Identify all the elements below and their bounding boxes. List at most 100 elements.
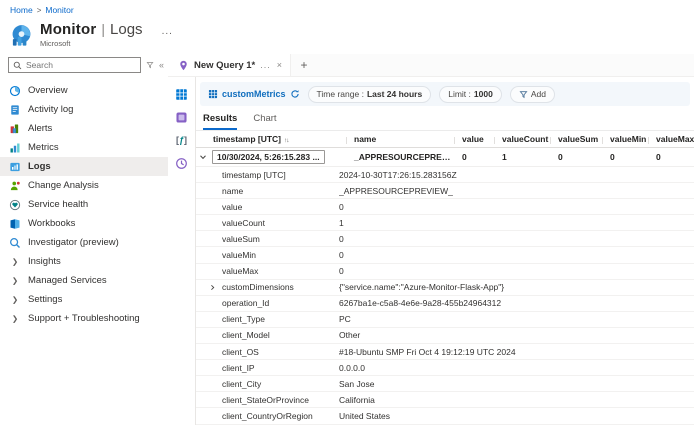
breadcrumb-monitor-link[interactable]: Monitor (45, 5, 73, 15)
detail-label: timestamp [UTC] (222, 170, 339, 180)
row-details: timestamp [UTC]2024-10-30T17:26:15.28315… (196, 167, 694, 425)
detail-value: {"service.name":"Azure-Monitor-Flask-App… (339, 282, 694, 292)
sidebar-item-insights[interactable]: ❯Insights (0, 252, 168, 271)
sidebar-item-label: Service health (28, 199, 88, 210)
alerts-icon (9, 123, 21, 135)
workspace: New Query 1* ... × + [ƒ] customMetrics (168, 54, 694, 425)
detail-label: client_City (222, 379, 339, 389)
detail-value: San Jose (339, 379, 694, 389)
query-toolbar: customMetrics Time range : Last 24 hours… (200, 82, 690, 106)
tab-close-icon[interactable]: × (276, 60, 283, 70)
column-header-valuesum[interactable]: valueSum (550, 134, 602, 144)
sidebar-item-metrics[interactable]: Metrics (0, 138, 168, 157)
collapse-menu-icon[interactable]: « (159, 61, 164, 70)
tab-more-button[interactable]: ... (260, 60, 271, 70)
sidebar-item-service-health[interactable]: Service health (0, 195, 168, 214)
sidebar-item-workbooks[interactable]: Workbooks (0, 214, 168, 233)
add-filter-label: Add (531, 89, 546, 99)
detail-row-client-os: client_OS#18-Ubuntu SMP Fri Oct 4 19:12:… (196, 344, 694, 360)
column-header-name[interactable]: name (346, 134, 454, 144)
detail-label: client_CountryOrRegion (222, 411, 339, 421)
column-header-valuecount[interactable]: valueCount (494, 134, 550, 144)
refresh-icon[interactable] (290, 89, 300, 99)
detail-value: #18-Ubuntu SMP Fri Oct 4 19:12:19 UTC 20… (339, 347, 694, 357)
query-results-panel: customMetrics Time range : Last 24 hours… (196, 77, 694, 425)
functions-icon[interactable]: [ƒ] (175, 133, 189, 147)
limit-pill[interactable]: Limit : 1000 (439, 86, 502, 103)
timestamp-cell[interactable]: 10/30/2024, 5:26:15.283 ... (212, 150, 325, 164)
page-subtitle: Microsoft (40, 39, 173, 48)
detail-label: client_Model (222, 330, 339, 340)
sidebar-item-support-troubleshooting[interactable]: ❯Support + Troubleshooting (0, 309, 168, 328)
detail-label: customDimensions (222, 282, 339, 292)
page-header: Monitor | Logs ... Microsoft (0, 17, 694, 54)
query-source[interactable]: customMetrics (208, 89, 300, 99)
sidebar-item-overview[interactable]: Overview (0, 81, 168, 100)
queries-icon[interactable] (175, 110, 189, 124)
new-tab-button[interactable]: + (291, 54, 317, 76)
chevron-down-icon[interactable] (199, 152, 209, 162)
sidebar-search-box[interactable] (8, 57, 141, 73)
detail-value: 0 (339, 266, 694, 276)
detail-row-valuemin: valueMin0 (196, 247, 694, 263)
detail-row-valuecount: valueCount1 (196, 215, 694, 231)
breadcrumb-home-link[interactable]: Home (10, 5, 33, 15)
cell-value: 0 (454, 152, 494, 162)
sidebar-item-label: Activity log (28, 104, 73, 115)
column-header-valuemax[interactable]: valueMax (648, 134, 694, 144)
cell-valuemin: 0 (602, 152, 648, 162)
detail-label: name (222, 186, 339, 196)
detail-label: client_IP (222, 363, 339, 373)
sidebar-item-label: Alerts (28, 123, 52, 134)
tab-chart[interactable]: Chart (253, 113, 276, 130)
detail-row-client-countryorregion: client_CountryOrRegionUnited States (196, 408, 694, 424)
search-icon (13, 61, 22, 70)
add-filter-pill[interactable]: Add (510, 86, 555, 103)
detail-row-client-type: client_TypePC (196, 312, 694, 328)
sidebar-item-settings[interactable]: ❯Settings (0, 290, 168, 309)
header-more-button[interactable]: ... (162, 26, 173, 37)
sort-icon[interactable]: ↑↓ (284, 137, 289, 144)
sidebar-search-input[interactable] (26, 60, 136, 70)
sidebar-item-alerts[interactable]: Alerts (0, 119, 168, 138)
column-header-value[interactable]: value (454, 134, 494, 144)
page-title-section: Logs (110, 21, 143, 38)
sidebar-item-logs[interactable]: Logs (0, 157, 168, 176)
time-range-pill[interactable]: Time range : Last 24 hours (308, 86, 432, 103)
detail-row-valuemax: valueMax0 (196, 264, 694, 280)
results-table-row[interactable]: 10/30/2024, 5:26:15.283 ..._APPRESOURCEP… (196, 148, 694, 167)
title-divider: | (101, 21, 105, 37)
detail-value: _APPRESOURCEPREVIEW_ (339, 186, 694, 196)
tab-results[interactable]: Results (203, 113, 237, 130)
metrics-icon (9, 142, 21, 154)
chevron-right-icon[interactable] (196, 284, 222, 291)
tables-icon[interactable] (175, 87, 189, 101)
chevron-right-icon: ❯ (9, 295, 21, 304)
sidebar-item-label: Support + Troubleshooting (28, 313, 140, 324)
monitor-app-icon (10, 24, 33, 47)
column-header-timestamp-utc[interactable]: timestamp [UTC]↑↓ (196, 134, 346, 144)
detail-value: 6267ba1e-c5a8-4e6e-9a28-455b24964312 (339, 298, 694, 308)
investigator-icon (9, 237, 21, 249)
detail-row-client-ip: client_IP0.0.0.0 (196, 360, 694, 376)
detail-value: 0 (339, 250, 694, 260)
column-header-valuemin[interactable]: valueMin (602, 134, 648, 144)
detail-label: valueCount (222, 218, 339, 228)
cell-valuesum: 0 (550, 152, 602, 162)
table-icon (208, 89, 218, 99)
sidebar-item-investigator-preview[interactable]: Investigator (preview) (0, 233, 168, 252)
sidebar-item-managed-services[interactable]: ❯Managed Services (0, 271, 168, 290)
sidebar-item-label: Overview (28, 85, 68, 96)
detail-row-timestamp-utc: timestamp [UTC]2024-10-30T17:26:15.28315… (196, 167, 694, 183)
detail-value: United States (339, 411, 694, 421)
detail-row-operation-id: operation_Id6267ba1e-c5a8-4e6e-9a28-455b… (196, 296, 694, 312)
detail-label: valueSum (222, 234, 339, 244)
query-history-icon[interactable] (175, 156, 189, 170)
tab-new-query-1[interactable]: New Query 1* ... × (168, 54, 291, 76)
change-analysis-icon (9, 180, 21, 192)
breadcrumb: Home > Monitor (0, 0, 694, 17)
breadcrumb-separator: > (37, 6, 42, 15)
filter-icon[interactable] (146, 61, 154, 69)
sidebar-item-change-analysis[interactable]: Change Analysis (0, 176, 168, 195)
sidebar-item-activity-log[interactable]: Activity log (0, 100, 168, 119)
